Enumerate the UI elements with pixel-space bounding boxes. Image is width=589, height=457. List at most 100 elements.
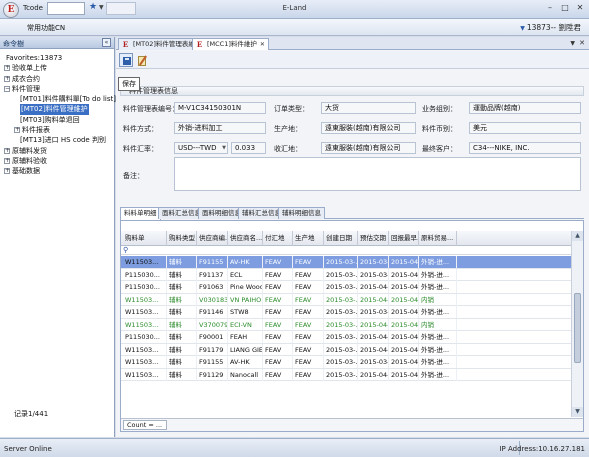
column-header[interactable]: 预估交期 xyxy=(358,231,389,246)
column-header[interactable]: 原料贸易... xyxy=(419,231,457,246)
tree-node[interactable]: + 验收单上传 xyxy=(0,63,114,73)
tree-node[interactable]: + 原辅料验收 xyxy=(0,156,114,166)
receiver-field[interactable]: 遠東服裝(越南)有限公司 xyxy=(321,142,416,154)
close-all-tabs-icon[interactable]: ✕ xyxy=(579,39,585,47)
tcode-input[interactable] xyxy=(47,2,85,15)
command-tree-title: 命令樹 xyxy=(3,40,24,48)
order-type-field[interactable]: 大货 xyxy=(321,102,416,114)
tcode-dropdown-icon[interactable]: ▼ xyxy=(99,4,104,11)
table-cell: 内销 xyxy=(419,293,457,306)
column-header[interactable]: 生产地 xyxy=(293,231,324,246)
status-bar: Server Online IP Address:10.16.27.181 xyxy=(0,438,589,457)
scroll-thumb[interactable] xyxy=(574,293,581,363)
app-tab-icon: E xyxy=(122,40,129,49)
table-row[interactable]: W11503...辅料F91155AV-HKFEAVFEAV2015-03-..… xyxy=(121,356,571,369)
tree-node[interactable]: + 原辅料发货 xyxy=(0,146,114,156)
column-header[interactable]: 购料单 xyxy=(123,231,167,246)
close-button[interactable]: ✕ xyxy=(575,3,585,13)
table-row[interactable]: W11503... 辅料 F91129 Nanocall FEAV FEAV 2015-03… xyxy=(121,368,571,381)
tree-node[interactable]: [MT13]进口 HS code 判别 xyxy=(0,135,114,145)
grid-vertical-scrollbar[interactable]: ▲ ▼ xyxy=(571,231,583,417)
tree-node-label: [MT01]料件購料單[To do list] xyxy=(20,95,116,104)
maximize-button[interactable]: □ xyxy=(560,3,570,13)
table-cell: FEAV xyxy=(293,318,324,331)
order-type-label: 订单类型： xyxy=(274,105,309,113)
customer-field[interactable]: C34---NIKE, INC. xyxy=(469,142,581,154)
rate-pair-select[interactable]: USD---TWD xyxy=(174,142,228,154)
method-field[interactable]: 外销-进料加工 xyxy=(174,122,266,134)
table-row[interactable]: W11503...辅料F91146STW8FEAVFEAV2015-03-...… xyxy=(121,306,571,319)
toolbar xyxy=(116,51,589,69)
close-tab-icon[interactable]: ✕ xyxy=(260,41,265,48)
column-header[interactable]: 供应商编... xyxy=(197,231,228,246)
table-cell: FEAV xyxy=(293,331,324,343)
customer-label: 最终客户： xyxy=(422,145,457,153)
table-cell: 2015-04-... xyxy=(391,318,419,331)
command-tree-header: 命令樹 « xyxy=(0,37,114,49)
tree-node[interactable]: Favorites:13873 xyxy=(0,53,114,63)
remark-textarea[interactable] xyxy=(174,157,581,191)
table-row[interactable]: P115030... 辅料 F91063 Pine Wood FEAV FEAV 2015-… xyxy=(121,281,571,294)
table-row[interactable]: W11503...辅料V370079...ECI-VNFEAVFEAV2015-… xyxy=(121,318,571,331)
producer-field[interactable]: 遠東服裝(越南)有限公司 xyxy=(321,122,416,134)
tree-node-label: [MT03]购料单退回 xyxy=(20,115,80,124)
group-by-row[interactable]: ⚲ xyxy=(121,246,571,255)
expand-icon[interactable]: + xyxy=(4,75,10,82)
tree-node[interactable]: − 料件管理 xyxy=(0,84,114,94)
method-label: 料件方式： xyxy=(123,125,158,133)
order-no-field[interactable]: M-V1C34150301N xyxy=(174,102,266,114)
tree-node[interactable]: + 料件报表 xyxy=(0,125,114,135)
save-button[interactable] xyxy=(119,53,133,67)
column-header[interactable]: 付汇地 xyxy=(263,231,293,246)
expand-icon[interactable]: + xyxy=(4,65,10,72)
expand-icon[interactable]: + xyxy=(14,127,20,134)
table-row[interactable]: P115030...辅料F91137ECLFEAVFEAV2015-03-...… xyxy=(121,268,571,281)
business-group-field[interactable]: 運動品牌(越南) xyxy=(469,102,581,114)
doc-tab[interactable]: E [MCC1]料件維护 ✕ xyxy=(192,38,269,50)
favorites-menu[interactable]: 常用功能CN xyxy=(27,23,65,33)
table-cell: 2015-04-... xyxy=(391,281,419,293)
collapse-panel-button[interactable]: « xyxy=(102,38,111,47)
table-row[interactable]: P115030...辅料F90001FEAHFEAVFEAV2015-03-..… xyxy=(121,331,571,344)
expand-icon[interactable]: + xyxy=(4,147,10,154)
table-cell: FEAV xyxy=(263,331,293,343)
table-row[interactable]: W11503...辅料V030183...VN PAIHOFEAVFEAV201… xyxy=(121,293,571,306)
table-cell: 2015-03-... xyxy=(360,356,389,368)
table-cell: W11503... xyxy=(123,368,167,381)
column-header[interactable]: 供应商名... xyxy=(228,231,263,246)
table-cell: 2015-03-... xyxy=(326,368,358,381)
table-cell: 辅料 xyxy=(167,331,197,343)
tree-node[interactable]: + 成衣合约 xyxy=(0,74,114,84)
scroll-down-icon[interactable]: ▼ xyxy=(572,407,583,417)
doc-tab-label: [MCC1]料件維护 xyxy=(207,40,257,48)
command-tree: Favorites:13873 + 验收单上传 + 成衣合约 − 料件管理 [MT01]料件購… xyxy=(0,49,116,177)
table-cell: P115030... xyxy=(123,331,167,343)
tree-node[interactable]: + 基础数据 xyxy=(0,166,114,176)
table-cell: 2015-04-... xyxy=(360,343,389,356)
column-header[interactable]: 回报最早... xyxy=(389,231,419,246)
currency-field[interactable]: 美元 xyxy=(469,122,581,134)
main-area: ▼ ✕ E[MT02]料件管理表維护✕E[MCC1]料件維护✕ 保存 料件管理表… xyxy=(116,37,589,437)
collapse-icon[interactable]: − xyxy=(4,85,10,92)
edit-button[interactable] xyxy=(134,53,148,67)
group-icon[interactable]: ⚲ xyxy=(123,246,128,254)
scroll-up-icon[interactable]: ▲ xyxy=(572,231,583,241)
expand-icon[interactable]: + xyxy=(4,168,10,175)
tree-node[interactable]: [MT02]料件管理維护 xyxy=(0,104,114,115)
user-info[interactable]: ▼ 13873-- 劉陞君 xyxy=(520,22,581,33)
table-row[interactable]: W11503... 辅料 F91179 LIANG GIE FEAV FEAV 2015-0… xyxy=(121,343,571,356)
favorite-star-icon[interactable]: ★ xyxy=(89,2,97,12)
column-header[interactable]: 创建日期 xyxy=(324,231,358,246)
table-row[interactable]: W11503...辅料F91155AV-HKFEAVFEAV2015-03-..… xyxy=(121,256,571,269)
tree-node[interactable]: [MT01]料件購料單[To do list] xyxy=(0,94,116,104)
column-header[interactable]: 购料类型 xyxy=(167,231,197,246)
rate-value-field[interactable]: 0.033 xyxy=(231,142,266,154)
tab-list-menu-icon[interactable]: ▼ xyxy=(570,40,575,47)
tcode-search-box[interactable] xyxy=(106,2,136,15)
sub-tab[interactable]: 辅料明细信息 xyxy=(278,207,325,219)
minimize-button[interactable]: – xyxy=(545,3,555,13)
sub-tab[interactable]: 料料单明细 xyxy=(120,207,161,220)
expand-icon[interactable]: + xyxy=(4,157,10,164)
tree-node[interactable]: [MT03]购料单退回 xyxy=(0,115,114,125)
table-cell: 2015-03-... xyxy=(326,293,358,306)
